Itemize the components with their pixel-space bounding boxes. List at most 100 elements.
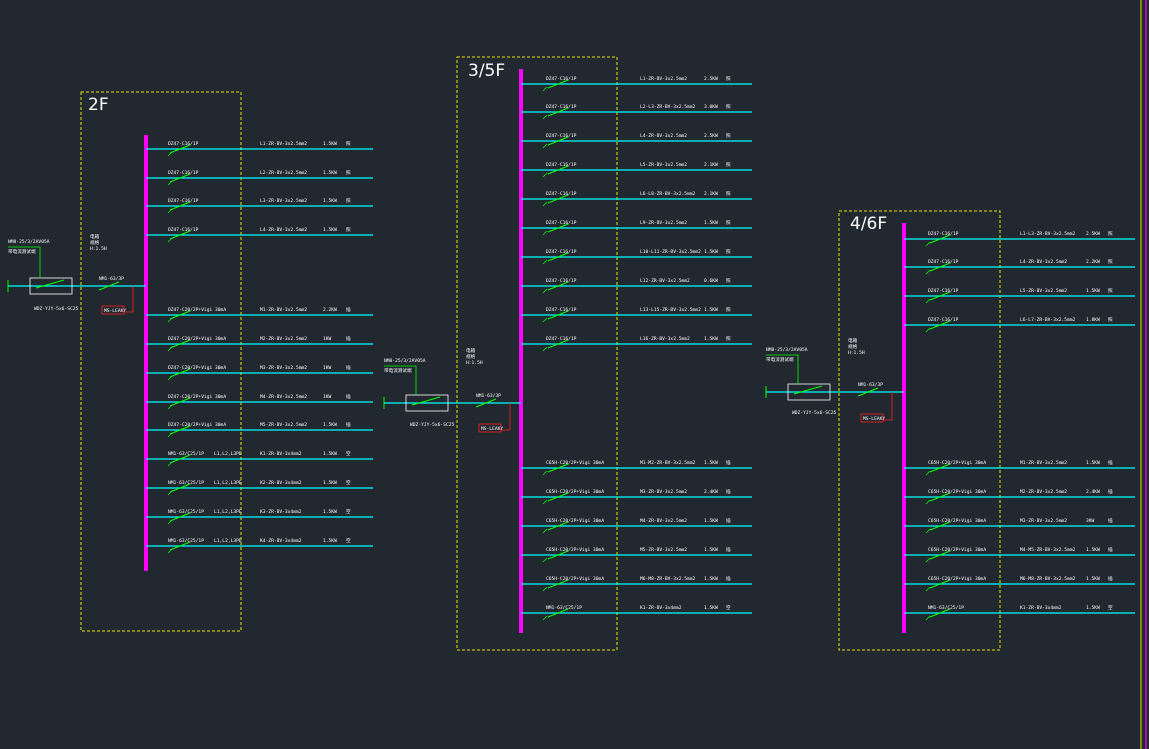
circuit-cable-label: L13-L15-ZR-BV-3x2.5mm2	[640, 307, 701, 313]
circuit-use-label: 空	[346, 450, 351, 457]
circuit-use-label: 插	[346, 393, 351, 400]
circuit-breaker-label: C65H-C20/2P+Vigi 30mA	[928, 460, 986, 466]
circuit-use-label: 照	[726, 162, 731, 168]
circuit-use-label: 插	[726, 517, 731, 524]
circuit-use-label: 插	[726, 459, 731, 466]
circuit-cable-label: L12-ZR-BV-3x2.5mm2	[640, 278, 690, 284]
circuit-breaker-label: C65H-C20/2P+Vigi 30mA	[928, 518, 986, 524]
circuit-breaker-label: NM1-63/C25/1P	[168, 480, 204, 486]
circuit-power-label: 1.5KW	[323, 422, 337, 428]
circuit-power-label: 1.5KW	[704, 518, 718, 524]
meter-sub-label: 带电流测试端	[384, 367, 412, 374]
circuit-use-label: 插	[726, 546, 731, 553]
circuit-cable-label: M2-ZR-BV-3x2.5mm2	[1020, 489, 1067, 495]
circuit-breaker-label: C65H-C20/2P+Vigi 30mA	[546, 489, 604, 495]
circuit-power-label: 2.2KW	[1086, 259, 1100, 265]
circuit-power-label: 2.5KW	[704, 133, 718, 139]
circuit-use-label: 照	[726, 191, 731, 197]
circuit-cable-label: M3-ZR-BV-3x2.5mm2	[1020, 518, 1067, 524]
circuit-cable-label: M4-ZR-BV-3x2.5mm2	[640, 518, 687, 524]
circuit-breaker-label: NM1-63/C25/1P	[168, 451, 204, 457]
circuit-cable-label: M5-ZR-BV-3x2.5mm2	[640, 547, 687, 553]
circuit-cable-label: M1-ZR-BV-3x2.5mm2	[260, 307, 307, 313]
circuit-breaker-label: DZ47-C20/2P+Vigi 30mA	[168, 394, 226, 400]
circuit-power-label: 1.5KW	[704, 220, 718, 226]
circuit-power-label: 2.1KW	[704, 162, 718, 168]
meter-label: NM8-25/3/2AV05A	[766, 347, 808, 353]
circuit-cable-label: M6-M8-ZR-BV-3x2.5mm2	[1020, 576, 1076, 582]
circuit-cable-label: L1-L3-ZR-BV-3x2.5mm2	[1020, 231, 1076, 237]
circuit-use-label: 照	[1108, 231, 1113, 237]
circuit-cable-label: M4-ZR-BV-3x2.5mm2	[260, 394, 307, 400]
circuit-cable-label: L10-L11-ZR-BV-3x2.5mm2	[640, 249, 701, 255]
main-breaker-label: NM1-63/3P	[858, 382, 883, 388]
circuit-power-label: 1.5KW	[323, 509, 337, 515]
circuit-cable-label: K1-ZR-BV-3x4mm2	[260, 451, 302, 457]
circuit-power-label: 1.5KW	[1086, 605, 1100, 611]
circuit-breaker-label: NM1-63/C25/1P	[546, 605, 582, 611]
circuit-breaker-label: DZ47-C16/1P	[546, 278, 577, 284]
circuit-power-label: 1.5KW	[704, 249, 718, 255]
circuit-breaker-label: DZ47-C16/1P	[168, 198, 199, 204]
meter-sub-label: 带电流测试端	[766, 356, 794, 363]
panel-info-line: H:1.5H	[90, 246, 107, 252]
circuit-power-label: 2.4KW	[704, 489, 718, 495]
circuit-use-label: 照	[1108, 288, 1113, 294]
tag-label: MS-LEAKY	[481, 426, 503, 432]
panel-info-line: H:1.5H	[848, 350, 865, 356]
circuit-breaker-label: DZ47-C16/1P	[168, 170, 199, 176]
circuit-power-label: 1.5KW	[1086, 288, 1100, 294]
circuit-phase-label: L1,L2,L3PE	[214, 480, 242, 486]
circuit-breaker-label: C65H-C20/2P+Vigi 30mA	[546, 518, 604, 524]
circuit-power-label: 1.5KW	[1086, 547, 1100, 553]
circuit-power-label: 1.5KW	[323, 451, 337, 457]
circuit-phase-label: L1,L2,L3PE	[214, 509, 242, 515]
circuit-use-label: 空	[346, 479, 351, 486]
circuit-cable-label: M1-ZR-BV-3x2.5mm2	[1020, 460, 1067, 466]
circuit-cable-label: K1-ZR-BV-3x4mm2	[1020, 605, 1062, 611]
circuit-power-label: 1.5KW	[704, 460, 718, 466]
incoming-cable-label: WDZ-YJY-5x6-SC25	[34, 306, 78, 312]
circuit-breaker-label: DZ47-C16/1P	[928, 259, 959, 265]
circuit-cable-label: L1-ZR-BV-3x2.5mm2	[260, 141, 307, 147]
circuit-use-label: 插	[346, 421, 351, 428]
circuit-use-label: 照	[726, 104, 731, 110]
circuit-breaker-label: NM1-63/C25/1P	[928, 605, 964, 611]
circuit-power-label: 1.5KW	[704, 576, 718, 582]
circuit-breaker-label: DZ47-C16/1P	[168, 227, 199, 233]
circuit-breaker-label: DZ47-C16/1P	[546, 133, 577, 139]
circuit-use-label: 照	[346, 141, 351, 147]
circuit-breaker-label: C65H-C20/2P+Vigi 30mA	[928, 547, 986, 553]
circuit-power-label: 1.5KW	[1086, 576, 1100, 582]
circuit-breaker-label: DZ47-C20/2P+Vigi 30mA	[168, 422, 226, 428]
panel-info-line: 电箱	[90, 233, 100, 240]
circuit-use-label: 照	[726, 76, 731, 82]
panel-title: 3/5F	[468, 61, 505, 81]
circuit-cable-label: L5-ZR-BV-3x2.5mm2	[1020, 288, 1067, 294]
circuit-power-label: 1.5KW	[323, 538, 337, 544]
circuit-breaker-label: NM1-63/C25/1P	[168, 509, 204, 515]
circuit-cable-label: K4-ZR-BV-3x4mm2	[260, 538, 302, 544]
circuit-use-label: 空	[346, 537, 351, 544]
circuit-cable-label: M5-ZR-BV-3x2.5mm2	[260, 422, 307, 428]
circuit-phase-label: L1,L2,L3PE	[214, 538, 242, 544]
circuit-cable-label: L3-ZR-BV-3x2.5mm2	[260, 198, 307, 204]
circuit-cable-label: L9-ZR-BV-3x2.5mm2	[640, 220, 687, 226]
circuit-use-label: 空	[726, 604, 731, 611]
circuit-cable-label: K2-ZR-BV-3x4mm2	[260, 480, 302, 486]
circuit-breaker-label: DZ47-C16/1P	[546, 104, 577, 110]
circuit-use-label: 插	[1108, 488, 1113, 495]
circuit-power-label: 2.5KW	[1086, 231, 1100, 237]
circuit-power-label: 1KW	[323, 365, 332, 371]
circuit-use-label: 照	[726, 220, 731, 226]
circuit-power-label: 2.5KW	[704, 76, 718, 82]
circuit-breaker-label: DZ47-C16/1P	[928, 231, 959, 237]
circuit-cable-label: M2-ZR-BV-3x2.5mm2	[260, 336, 307, 342]
panel-info-line: 规格	[466, 353, 476, 360]
circuit-breaker-label: DZ47-C16/1P	[546, 191, 577, 197]
panel-info-line: H:1.5H	[466, 360, 483, 366]
circuit-power-label: 1KW	[323, 336, 332, 342]
circuit-use-label: 插	[346, 364, 351, 371]
circuit-breaker-label: DZ47-C16/1P	[546, 249, 577, 255]
tag-label: MS-LEAKY	[104, 308, 126, 314]
